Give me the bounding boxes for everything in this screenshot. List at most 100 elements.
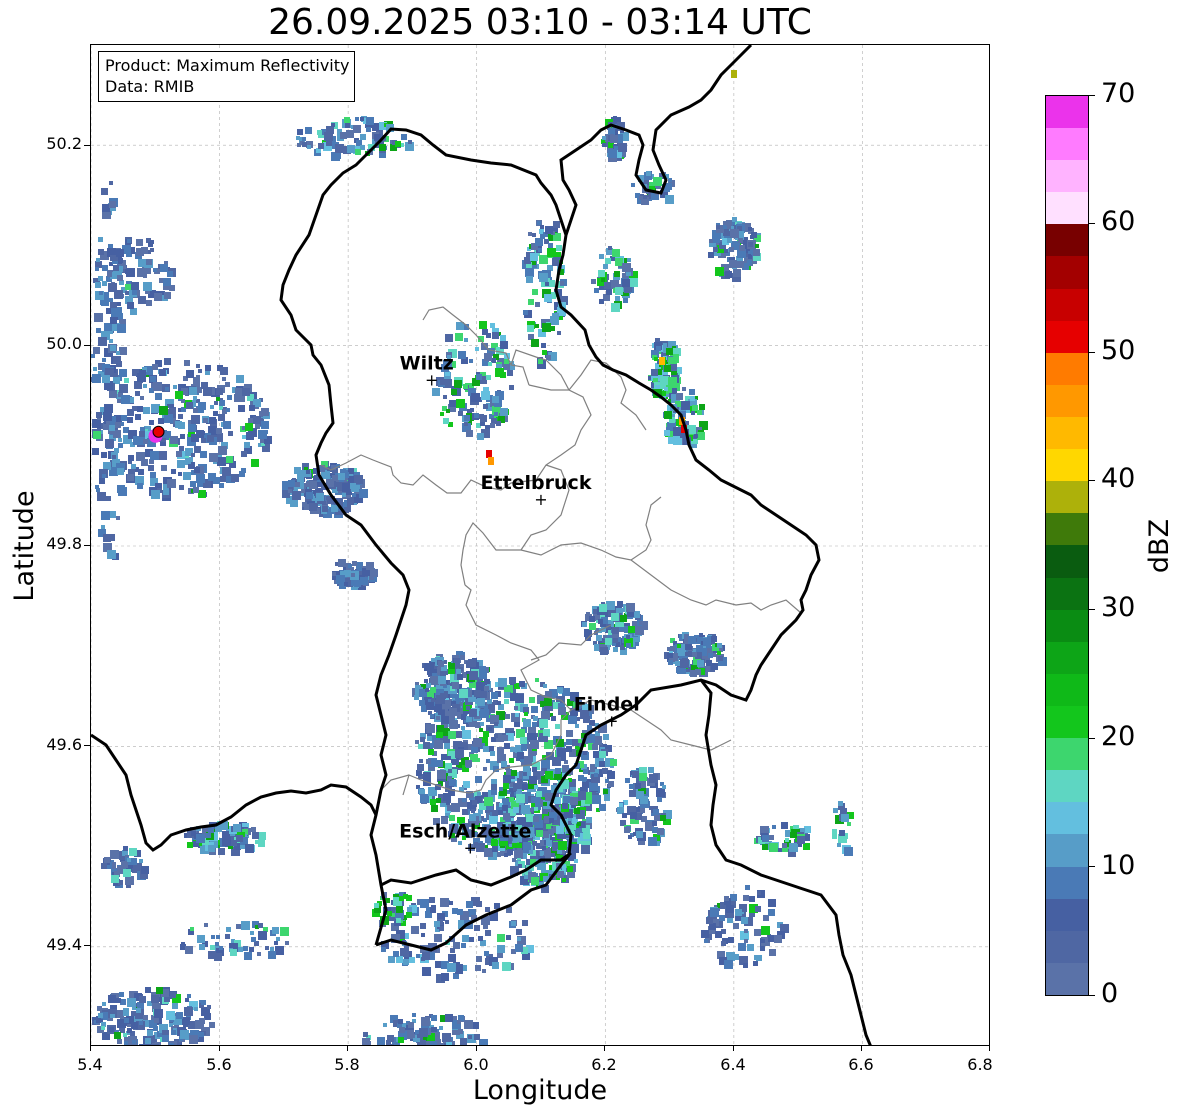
- radar-echo-cell: [699, 404, 705, 410]
- radar-echo-cell: [715, 267, 724, 276]
- radar-echo-cell: [781, 822, 788, 829]
- radar-echo-cell: [666, 348, 673, 355]
- radar-echo-cell: [110, 317, 117, 324]
- radar-echo-cell: [530, 740, 539, 749]
- radar-echo-cell: [396, 906, 403, 913]
- radar-echo-cell: [578, 739, 582, 743]
- radar-echo-cell: [193, 408, 198, 413]
- colorbar-bin: [1046, 288, 1088, 321]
- radar-echo-cell: [543, 729, 550, 736]
- radar-echo-cell: [479, 666, 486, 673]
- radar-echo-cell: [553, 221, 560, 228]
- radar-echo-cell: [622, 263, 631, 272]
- radar-echo-cell: [206, 833, 211, 838]
- radar-echo-cell: [691, 411, 695, 415]
- radar-echo-cell: [768, 935, 775, 942]
- radar-echo-cell: [451, 389, 457, 395]
- radar-echo-cell: [216, 388, 223, 395]
- radar-echo-cell: [114, 1032, 121, 1039]
- radar-echo-cell: [469, 937, 474, 942]
- radar-echo-cell: [690, 396, 695, 401]
- radar-echo-cell-strong: [486, 450, 492, 458]
- radar-echo-cell: [109, 511, 116, 518]
- radar-echo-cell: [366, 562, 374, 570]
- radar-echo-cell: [536, 791, 542, 797]
- radar-echo-cell: [218, 414, 225, 421]
- radar-echo-cell: [400, 948, 409, 957]
- radar-echo-cell: [476, 682, 485, 691]
- radar-echo-cell: [347, 498, 354, 505]
- radar-echo-cell: [724, 896, 729, 901]
- radar-echo-cell: [632, 621, 637, 626]
- radar-echo-cell: [127, 417, 133, 423]
- radar-echo-cell: [449, 400, 456, 407]
- radar-echo-cell: [439, 1026, 443, 1030]
- colorbar-bin: [1046, 738, 1088, 771]
- radar-echo-cell: [581, 845, 590, 854]
- radar-echo-cell: [153, 1026, 158, 1031]
- radar-echo-cell: [471, 393, 480, 402]
- radar-echo-cell: [355, 117, 359, 121]
- radar-echo-cell: [735, 909, 742, 916]
- radar-echo-cell: [398, 1019, 403, 1024]
- radar-echo-cell: [109, 201, 116, 208]
- radar-echo-cell: [198, 369, 202, 373]
- radar-echo-cell: [153, 268, 157, 272]
- radar-echo-cell: [361, 578, 366, 583]
- radar-echo-cell: [614, 271, 620, 277]
- colorbar-tick-label: 40: [1101, 463, 1136, 494]
- radar-echo-cell: [225, 382, 230, 387]
- radar-echo-cell: [525, 268, 534, 277]
- radar-echo-cell: [244, 442, 250, 448]
- radar-echo-cell: [611, 303, 620, 312]
- radar-echo-cell: [217, 457, 226, 466]
- radar-echo-cell: [515, 944, 523, 952]
- radar-echo-cell: [710, 908, 719, 917]
- radar-echo-cell: [630, 812, 637, 819]
- radar-echo-cell: [355, 149, 361, 155]
- radar-echo-cell: [667, 647, 671, 651]
- radar-echo-cell: [209, 417, 216, 424]
- radar-echo-cell: [628, 835, 632, 839]
- radar-echo-cell: [558, 707, 566, 715]
- radar-echo-cell: [778, 848, 782, 852]
- radar-echo-cell: [115, 422, 121, 428]
- radar-echo-cell: [844, 847, 853, 856]
- radar-echo-cell: [541, 343, 546, 348]
- radar-echo-cell: [574, 859, 578, 863]
- radar-echo-cell: [209, 453, 218, 462]
- radar-echo-cell: [490, 323, 495, 328]
- radar-echo-cell: [108, 283, 117, 292]
- radar-echo-cell: [419, 700, 425, 706]
- radar-echo-cell: [125, 876, 134, 885]
- radar-echo-cell: [507, 370, 513, 376]
- radar-echo-cell: [748, 255, 752, 259]
- radar-echo-cell: [484, 353, 492, 361]
- radar-echo-cell: [434, 934, 442, 942]
- radar-echo-cell: [589, 623, 596, 630]
- radar-echo-cell: [426, 702, 434, 710]
- radar-echo-cell: [447, 756, 451, 760]
- radar-echo-cell: [512, 858, 516, 862]
- radar-echo-cell: [692, 652, 697, 657]
- radar-echo-cell: [93, 367, 97, 371]
- radar-echo-cell: [244, 952, 252, 960]
- radar-echo-cell: [437, 1043, 444, 1045]
- radar-echo-cell: [340, 571, 344, 575]
- radar-echo-cell: [430, 714, 434, 718]
- radar-echo-cell: [664, 430, 670, 436]
- colorbar-bin: [1046, 930, 1088, 963]
- radar-echo-cell: [102, 375, 110, 383]
- y-tick-mark: [84, 945, 90, 946]
- radar-map-svg: +Wiltz+Ettelbruck+Findel+Esch/Alzette: [91, 45, 989, 1045]
- radar-echo-cell: [258, 430, 267, 439]
- radar-echo-cell: [113, 430, 121, 438]
- radar-echo-cell: [562, 803, 568, 809]
- x-tick-label: 5.4: [77, 1055, 103, 1074]
- radar-echo-cell: [516, 794, 525, 803]
- radar-echo-cell: [599, 761, 605, 767]
- data-source-label: Data: RMIB: [105, 77, 195, 96]
- radar-echo-cell: [772, 825, 776, 829]
- radar-echo-cell: [847, 822, 851, 826]
- radar-echo-cell: [354, 580, 361, 587]
